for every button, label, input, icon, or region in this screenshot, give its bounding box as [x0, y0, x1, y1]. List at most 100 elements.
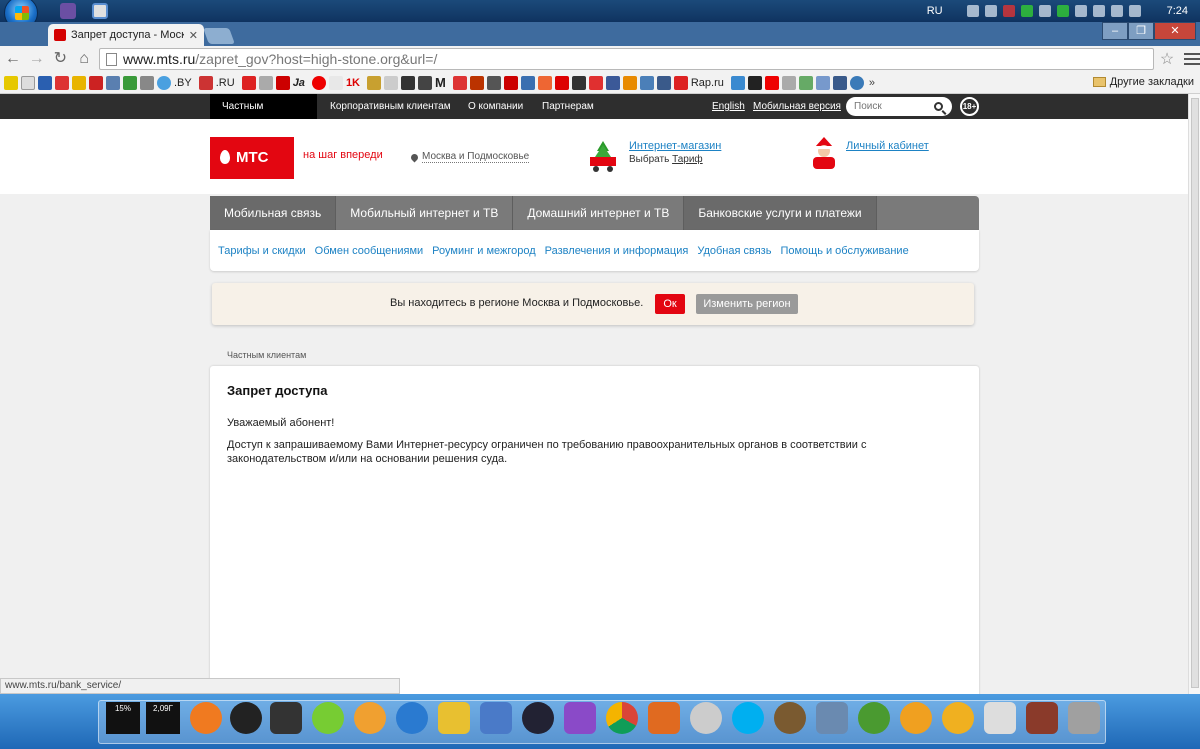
topnav-private-clients[interactable]: Частным клиентам: [210, 94, 317, 137]
bookmark-icon[interactable]: [418, 75, 432, 90]
bookmark-label[interactable]: M: [435, 75, 446, 90]
bookmark-icon[interactable]: [38, 75, 52, 90]
close-tab-icon[interactable]: ✕: [189, 29, 198, 42]
bookmark-icon[interactable]: [21, 75, 35, 90]
utorrent-icon[interactable]: [858, 702, 890, 734]
globe-icon[interactable]: [396, 702, 428, 734]
app-icon[interactable]: [816, 702, 848, 734]
submenu-tariffs[interactable]: Тарифы и скидки: [218, 245, 306, 257]
browser-tab[interactable]: Запрет доступа - Москва ✕: [48, 24, 204, 46]
bookmark-icon[interactable]: [815, 75, 830, 90]
bookmark-icon[interactable]: [849, 75, 864, 90]
more-bookmarks-icon[interactable]: »: [869, 77, 875, 89]
topnav-about[interactable]: О компании: [456, 94, 535, 119]
english-link[interactable]: English: [712, 94, 745, 119]
bookmark-icon[interactable]: [673, 75, 688, 90]
bookmark-icon[interactable]: [258, 75, 273, 90]
online-shop-link[interactable]: Интернет-магазин: [629, 140, 721, 152]
breadcrumb[interactable]: Частным клиентам: [227, 350, 306, 360]
bookmark-icon[interactable]: [554, 75, 569, 90]
pen-icon[interactable]: [438, 702, 470, 734]
bookmark-icon[interactable]: [571, 75, 586, 90]
bookmark-star-icon[interactable]: ☆: [1160, 49, 1174, 69]
notes-icon[interactable]: [480, 702, 512, 734]
network-icon[interactable]: [1110, 5, 1123, 17]
bookmark-label[interactable]: .RU: [216, 77, 235, 89]
need-for-speed-icon[interactable]: [984, 702, 1016, 734]
address-bar[interactable]: www.mts.ru/zapret_gov?host=high-stone.or…: [98, 48, 1154, 70]
bookmark-label[interactable]: Rap.ru: [691, 77, 724, 89]
language-indicator[interactable]: RU: [927, 5, 943, 17]
video-icon[interactable]: [564, 702, 596, 734]
tray-icon[interactable]: [1074, 5, 1087, 17]
back-arrow-icon[interactable]: ←: [2, 48, 24, 70]
forward-arrow-icon[interactable]: →: [26, 48, 48, 70]
bookmark-icon[interactable]: [656, 75, 671, 90]
game-icon[interactable]: [1026, 702, 1058, 734]
bookmark-label[interactable]: .BY: [174, 77, 192, 89]
menu-home-internet[interactable]: Домашний интернет и ТВ: [513, 196, 685, 230]
app-icon[interactable]: [900, 702, 932, 734]
quicklaunch-app-icon[interactable]: [60, 3, 76, 19]
submenu-roaming[interactable]: Роуминг и межгород: [432, 245, 536, 257]
bookmark-label[interactable]: Ja: [293, 77, 305, 89]
volume-icon[interactable]: [1128, 5, 1141, 17]
play-icon[interactable]: [747, 75, 762, 90]
flag-icon[interactable]: [1092, 5, 1105, 17]
app-icon[interactable]: [312, 702, 344, 734]
mts-logo[interactable]: МТС: [210, 137, 294, 179]
topnav-partners[interactable]: Партнерам: [530, 94, 606, 119]
menu-mobile[interactable]: Мобильная связь: [210, 196, 337, 230]
region-selector[interactable]: Москва и Подмосковье: [409, 151, 530, 163]
reload-icon[interactable]: ↻: [49, 48, 71, 70]
bookmark-icon[interactable]: [639, 75, 654, 90]
search-input[interactable]: [854, 101, 930, 112]
bookmark-label[interactable]: 1K: [346, 77, 360, 89]
settings-gear-icon[interactable]: [190, 702, 222, 734]
tray-icon[interactable]: [1038, 5, 1051, 17]
pencil-icon[interactable]: [354, 702, 386, 734]
submenu-messaging[interactable]: Обмен сообщениями: [315, 245, 424, 257]
app-icon[interactable]: [230, 702, 262, 734]
topnav-corporate-clients[interactable]: Корпоративным клиентам: [318, 94, 463, 119]
chrome-icon[interactable]: [606, 702, 638, 734]
bookmark-icon[interactable]: [401, 75, 415, 90]
bookmark-icon[interactable]: [275, 75, 290, 90]
submenu-help[interactable]: Помощь и обслуживание: [780, 245, 908, 257]
bookmark-icon[interactable]: [157, 75, 171, 90]
ok-button[interactable]: Ок: [655, 294, 685, 314]
personal-account-link[interactable]: Личный кабинет: [846, 140, 929, 152]
minimize-button[interactable]: –: [1102, 22, 1128, 40]
maximize-button[interactable]: ❐: [1128, 22, 1154, 40]
bookmark-icon[interactable]: [123, 75, 137, 90]
bookmark-icon[interactable]: [622, 75, 637, 90]
bookmark-icon[interactable]: [55, 75, 69, 90]
bookmark-icon[interactable]: [588, 75, 603, 90]
bookmark-icon[interactable]: [89, 75, 103, 90]
bookmark-icon[interactable]: [106, 75, 120, 90]
new-tab-button[interactable]: [203, 28, 235, 44]
bookmark-icon[interactable]: [469, 75, 484, 90]
bookmark-icon[interactable]: [241, 75, 256, 90]
youtube-icon[interactable]: [764, 75, 779, 90]
bookmark-icon[interactable]: [798, 75, 813, 90]
change-region-button[interactable]: Изменить регион: [696, 294, 798, 314]
bookmark-icon[interactable]: [328, 75, 343, 90]
bookmark-icon[interactable]: [198, 75, 213, 90]
chrome-menu-icon[interactable]: [1184, 50, 1200, 68]
bookmark-icon[interactable]: [72, 75, 86, 90]
skype-icon[interactable]: [732, 702, 764, 734]
bookmark-icon[interactable]: [832, 75, 847, 90]
scrollbar-thumb[interactable]: [1191, 98, 1199, 688]
tray-icon[interactable]: [966, 5, 979, 17]
nvidia-icon[interactable]: [1056, 5, 1069, 17]
other-bookmarks[interactable]: Другие закладки: [1092, 76, 1194, 88]
tray-icon[interactable]: [1020, 5, 1033, 17]
vertical-scrollbar[interactable]: [1188, 94, 1200, 694]
mobile-version-link[interactable]: Мобильная версия: [753, 94, 841, 119]
bookmark-icon[interactable]: [730, 75, 745, 90]
chrome-taskbar-icon[interactable]: [92, 3, 108, 19]
bookmark-icon[interactable]: [384, 75, 398, 90]
submenu-entertainment[interactable]: Развлечения и информация: [545, 245, 689, 257]
tor-icon[interactable]: [774, 702, 806, 734]
